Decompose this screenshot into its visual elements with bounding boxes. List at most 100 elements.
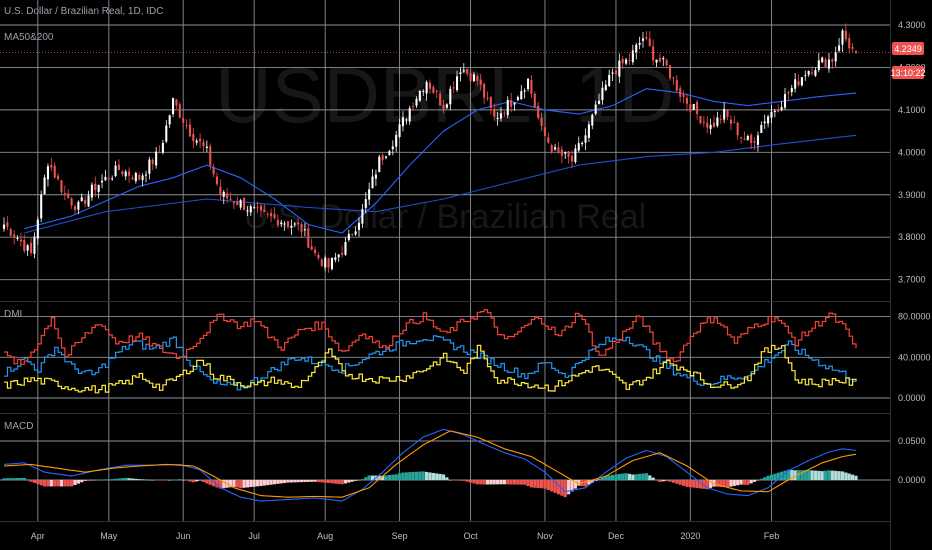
macd-histogram-bar — [242, 480, 246, 488]
macd-histogram-bar — [840, 471, 845, 480]
macd-histogram-bar — [526, 480, 530, 487]
ma-indicator-label[interactable]: MA50&200 — [4, 32, 54, 43]
candle-body — [499, 113, 503, 119]
candle-body — [165, 125, 168, 142]
macd-histogram-bar — [725, 480, 730, 488]
candle-body — [540, 117, 543, 126]
macd-histogram-bar — [462, 480, 466, 481]
candle-body — [428, 82, 432, 89]
candle-body — [246, 210, 249, 212]
chart-canvas[interactable]: USDBRL, 1D U.S. Dollar / Brazilian Real … — [0, 0, 932, 550]
macd-histogram-bar — [100, 479, 104, 480]
macd-indicator-label[interactable]: MACD — [4, 421, 33, 432]
candle-body — [388, 150, 391, 155]
macd-histogram-bar — [452, 480, 456, 481]
candle-body — [67, 193, 70, 199]
macd-histogram-bar — [5, 478, 9, 480]
macd-histogram-bar — [191, 480, 195, 483]
candle-body — [753, 141, 756, 143]
macd-histogram-bar — [161, 480, 165, 481]
candle-body — [185, 125, 188, 127]
candle-body — [601, 87, 604, 101]
candle-body — [523, 90, 526, 92]
candle-body — [672, 77, 675, 79]
candle-body — [297, 222, 300, 225]
candle-body — [783, 94, 787, 108]
candle-body — [36, 219, 39, 239]
candle-body — [770, 111, 773, 118]
candle-body — [327, 258, 330, 268]
macd-histogram-bar — [401, 472, 405, 480]
candle-body — [834, 52, 837, 62]
candle-body — [827, 59, 830, 69]
candle-body — [432, 86, 435, 93]
macd-histogram-bar — [404, 472, 408, 480]
candle-body — [598, 100, 601, 104]
macd-histogram-bar — [752, 480, 757, 482]
candle-body — [581, 142, 584, 144]
candle-body — [357, 222, 361, 230]
macd-histogram-bar — [654, 479, 659, 481]
candle-body — [625, 59, 628, 64]
candle-body — [354, 231, 357, 235]
candle-body — [726, 109, 729, 118]
dmi-tick-label: 40.0000 — [898, 352, 931, 362]
time-tick-label: Jul — [248, 531, 260, 541]
macd-histogram-bar — [421, 471, 425, 480]
candle-body — [368, 189, 371, 200]
candle-body — [851, 46, 854, 49]
candle-body — [121, 171, 124, 175]
symbol-title[interactable]: U.S. Dollar / Brazilian Real, 1D, IDC — [4, 6, 164, 17]
macd-histogram-bar — [556, 480, 561, 495]
candle-body — [547, 137, 550, 143]
candle-body — [263, 209, 266, 213]
macd-histogram-bar — [127, 478, 131, 480]
candle-body — [696, 101, 699, 114]
candle-body — [30, 242, 33, 254]
candle-body — [706, 122, 709, 128]
candle-body — [320, 259, 323, 266]
macd-histogram-bar — [445, 477, 449, 480]
candle-body — [740, 137, 743, 139]
macd-histogram-bar — [93, 479, 97, 481]
candle-body — [787, 91, 790, 94]
candle-body — [733, 121, 736, 123]
macd-histogram-bar — [337, 480, 341, 484]
macd-histogram-bar — [147, 479, 151, 481]
candle-body — [300, 223, 303, 232]
macd-histogram-bar — [489, 480, 493, 485]
candle-body — [307, 228, 310, 248]
dmi-indicator-label[interactable]: DMI — [4, 309, 22, 320]
candle-body — [243, 197, 246, 211]
macd-histogram-bar — [543, 480, 547, 489]
candle-body — [253, 207, 256, 209]
candle-body — [175, 99, 178, 106]
macd-histogram-bar — [638, 473, 642, 480]
macd-histogram-bar — [293, 480, 297, 483]
candle-body — [13, 234, 16, 238]
candle-body — [182, 117, 185, 123]
trading-chart[interactable]: USDBRL, 1D U.S. Dollar / Brazilian Real … — [0, 0, 932, 550]
macd-histogram-bar — [195, 480, 199, 482]
macd-histogram-bar — [610, 474, 615, 480]
macd-histogram-bar — [76, 480, 80, 484]
macd-histogram-bar — [837, 471, 841, 480]
macd-histogram-bar — [113, 478, 118, 480]
candle-body — [719, 119, 722, 121]
macd-histogram-bar — [496, 480, 500, 485]
candle-body — [168, 115, 171, 125]
candle-body — [422, 91, 425, 93]
macd-histogram-bar — [438, 473, 442, 480]
macd-histogram-bar — [634, 474, 638, 480]
macd-histogram-bar — [455, 480, 459, 481]
macd-histogram-bar — [847, 473, 851, 480]
candle-body — [462, 70, 465, 72]
macd-histogram-bar — [746, 480, 750, 485]
candle-body — [702, 121, 705, 123]
candle-body — [239, 200, 242, 208]
candle-body — [172, 98, 175, 115]
candle-body — [259, 205, 262, 211]
macd-histogram-bar — [458, 480, 463, 481]
macd-histogram-bar — [266, 480, 270, 486]
macd-histogram-bar — [428, 472, 432, 480]
